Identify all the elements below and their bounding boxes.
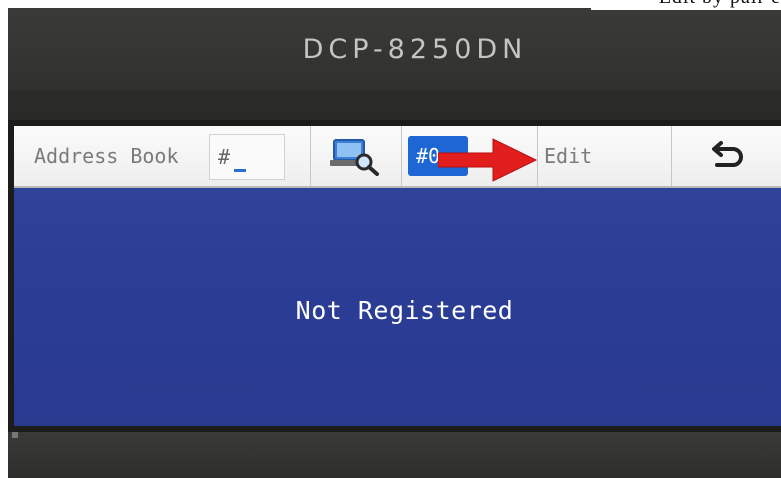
lcd-screen: Address Book # #0 Edit Not Registered bbox=[14, 126, 781, 426]
text-cursor bbox=[234, 169, 246, 172]
red-arrow-icon bbox=[438, 138, 538, 182]
address-book-title: Address Book bbox=[14, 126, 204, 186]
back-arrow-icon bbox=[711, 141, 743, 167]
cropped-caption-text: Edit by pair e bbox=[659, 0, 781, 8]
back-button[interactable] bbox=[672, 126, 781, 186]
lcd-toolbar: Address Book # #0 Edit bbox=[14, 126, 781, 188]
search-address-button[interactable] bbox=[310, 126, 402, 186]
not-registered-message: Not Registered bbox=[295, 296, 514, 325]
edit-button[interactable]: Edit bbox=[538, 126, 672, 186]
edit-label: Edit bbox=[544, 144, 593, 168]
panel-screw bbox=[12, 432, 18, 438]
model-name: DCP-8250DN bbox=[302, 34, 528, 65]
device-bottom-panel bbox=[8, 432, 781, 478]
number-search-field[interactable]: # bbox=[209, 134, 285, 180]
search-address-icon bbox=[330, 139, 379, 176]
number-search-value: # bbox=[218, 145, 231, 169]
address-book-label: Address Book bbox=[34, 144, 179, 168]
cropped-caption: Edit by pair e bbox=[591, 0, 781, 10]
